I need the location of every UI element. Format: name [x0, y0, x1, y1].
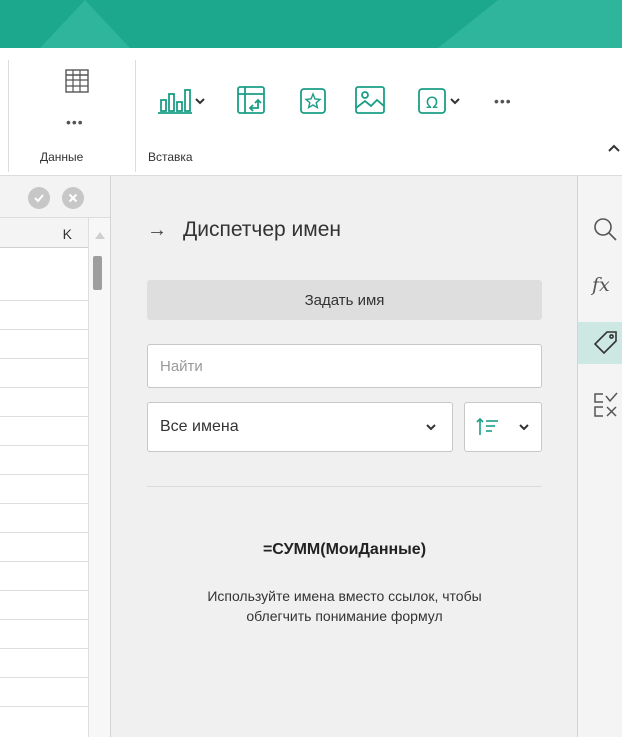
table-icon	[65, 69, 89, 93]
hint-line: Используйте имена вместо ссылок, чтобы	[207, 588, 482, 604]
svg-text:Ω: Ω	[426, 93, 438, 112]
band-decoration	[40, 0, 130, 48]
band-decoration	[438, 0, 622, 48]
hint-line: облегчить понимание формул	[246, 608, 443, 624]
function-icon: fx	[592, 274, 610, 296]
function-panel-button[interactable]: fx	[578, 264, 622, 306]
name-manager-panel: → Диспетчер имен Задать имя Все имена =С…	[110, 176, 577, 737]
search-input[interactable]	[147, 344, 542, 388]
chevron-down-icon	[426, 424, 436, 431]
grid-line	[0, 503, 88, 504]
symbol-button[interactable]: Ω	[409, 84, 469, 118]
names-filter-value: Все имена	[160, 418, 239, 435]
star-icon	[300, 88, 326, 114]
grid-line	[0, 619, 88, 620]
image-icon	[355, 86, 385, 114]
grid-line	[0, 387, 88, 388]
grid-line	[0, 445, 88, 446]
chevron-down-icon	[195, 98, 205, 105]
column-header[interactable]: K	[0, 218, 88, 248]
scroll-up-arrow[interactable]	[95, 232, 105, 239]
names-filter-select[interactable]: Все имена	[147, 402, 453, 452]
cancel-icon	[68, 193, 78, 203]
more-data-button[interactable]: •••	[66, 114, 84, 130]
panel-title: → Диспетчер имен	[147, 218, 341, 242]
collapse-ribbon-button[interactable]	[606, 140, 622, 156]
hint-description: Используйте имена вместо ссылок, чтобы о…	[111, 586, 578, 626]
grid-line	[0, 416, 88, 417]
grid-line	[0, 474, 88, 475]
chart-icon	[158, 89, 192, 114]
app-title-band	[0, 0, 622, 48]
name-manager-panel-button[interactable]	[578, 322, 622, 364]
table-button[interactable]	[62, 66, 92, 96]
grid-line	[0, 532, 88, 533]
ribbon: ••• Данные Ω ••• Вставка	[0, 48, 622, 176]
grid-line	[0, 677, 88, 678]
spreadsheet-area: K	[0, 176, 110, 737]
more-insert-button[interactable]: •••	[494, 93, 512, 109]
side-tool-rail: fx	[577, 176, 622, 737]
chart-button[interactable]	[150, 84, 214, 118]
sort-icon	[476, 417, 498, 435]
chevron-down-icon	[519, 424, 529, 431]
formula-bar-actions	[0, 176, 110, 218]
ribbon-separator	[8, 60, 9, 172]
search-icon	[594, 218, 617, 241]
confirm-button[interactable]	[28, 187, 50, 209]
rating-button[interactable]	[296, 84, 330, 118]
grid-line	[0, 648, 88, 649]
grid-line	[0, 590, 88, 591]
define-name-button[interactable]: Задать имя	[147, 280, 542, 320]
grid-line	[0, 358, 88, 359]
symbol-icon: Ω	[418, 88, 446, 114]
grid-line	[0, 329, 88, 330]
image-button[interactable]	[351, 82, 389, 118]
arrow-right-icon[interactable]: →	[147, 219, 167, 242]
tag-icon	[593, 331, 617, 355]
group-label-insert: Вставка	[148, 150, 193, 164]
chevron-down-icon	[450, 98, 460, 105]
panel-divider	[147, 486, 542, 487]
check-icon	[34, 194, 44, 203]
formula-check-icon	[594, 392, 618, 417]
vertical-scrollbar[interactable]	[88, 218, 110, 737]
search-panel-button[interactable]	[578, 208, 622, 250]
grid-line	[0, 300, 88, 301]
grid-line	[0, 561, 88, 562]
group-label-data: Данные	[40, 150, 84, 164]
scrollbar-thumb[interactable]	[93, 256, 102, 290]
formula-check-panel-button[interactable]	[578, 384, 622, 426]
pivot-table-icon	[237, 86, 265, 114]
chevron-up-icon	[608, 144, 620, 152]
hint-formula-example: =СУММ(МоиДанные)	[262, 541, 427, 558]
sort-order-select[interactable]	[464, 402, 542, 452]
column-header-label: K	[62, 226, 72, 242]
pivot-table-button[interactable]	[233, 82, 269, 118]
panel-title-text: Диспетчер имен	[183, 218, 342, 241]
cancel-button[interactable]	[62, 187, 84, 209]
grid-line	[0, 706, 88, 707]
ribbon-separator	[135, 60, 136, 172]
